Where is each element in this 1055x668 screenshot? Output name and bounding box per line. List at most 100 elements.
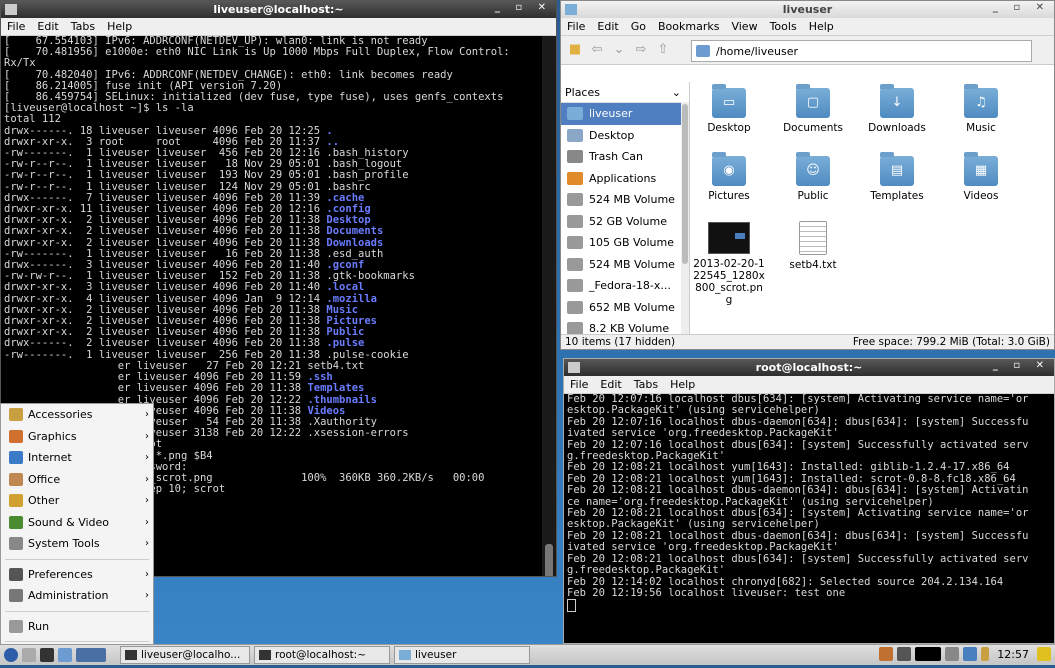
menu-item-system-tools[interactable]: System Tools › [1,533,153,555]
menu-file[interactable]: File [1,20,31,33]
directory-name: .mozilla [326,292,377,305]
update-icon[interactable] [879,647,894,661]
scrollbar-thumb[interactable] [682,104,688,264]
terminal-scrollbar[interactable] [542,36,556,576]
menu-view[interactable]: View [725,20,763,33]
fedora-menu-icon[interactable] [4,648,18,662]
workspace-switcher-icon[interactable] [76,648,106,662]
terminal-output[interactable]: Feb 20 12:07:16 localhost dbus[634]: [sy… [564,394,1046,643]
terminal-line: g.freedesktop.PackageKit' [567,564,726,577]
menu-bookmarks[interactable]: Bookmarks [652,20,725,33]
menu-item-other[interactable]: Other › [1,490,153,512]
menu-item-graphics[interactable]: Graphics › [1,426,153,448]
menu-tabs[interactable]: Tabs [65,20,101,33]
prompt-line[interactable] [564,599,1046,613]
directory-name: Downloads [326,236,384,249]
location-bar[interactable]: /home/liveuser [691,40,1032,62]
menu-item-label: Preferences [28,567,93,581]
menu-edit[interactable]: Edit [594,378,627,391]
menu-help[interactable]: Help [803,20,840,33]
menu-tabs[interactable]: Tabs [628,378,664,391]
line-text: drwxr-xr-x. 4 liveuser liveuser 4096 Jan… [4,292,327,305]
file-item[interactable]: ▤ Templates [861,152,933,202]
file-item[interactable]: ↓ Downloads [861,84,933,134]
terminal-launcher-icon[interactable] [40,648,54,662]
task-file-manager[interactable]: liveuser [394,646,530,664]
file-item[interactable]: 2013-02-20-1 22545_1280x 800_scrot.pn g [693,218,765,306]
place-item[interactable]: 524 MB Volume [561,254,689,276]
place-item[interactable]: Applications [561,168,689,190]
display-icon[interactable] [963,647,978,661]
place-item[interactable]: _Fedora-18-x... [561,275,689,297]
places-scrollbar[interactable] [681,102,689,335]
menu-tools[interactable]: Tools [764,20,803,33]
menu-help[interactable]: Help [664,378,701,391]
forward-icon[interactable]: ⇨ [633,42,649,58]
menu-item-preferences[interactable]: Preferences › [1,564,153,586]
new-folder-icon[interactable]: ■ [567,42,583,58]
black-app-icon[interactable] [915,647,942,661]
back-icon[interactable]: ⇦ [589,42,605,58]
file-manager-window[interactable]: liveuser _ ▫ ✕ File Edit Go Bookmarks Vi… [560,0,1055,350]
places-header[interactable]: Places ⌄ [561,82,689,103]
clock[interactable]: 12:57 [993,648,1033,661]
place-item[interactable]: 52 GB Volume [561,211,689,233]
menu-item-internet[interactable]: Internet › [1,447,153,469]
scrollbar-thumb[interactable] [545,544,553,576]
volume-icon[interactable] [945,647,960,661]
place-item[interactable]: Trash Can [561,146,689,168]
terminal-line: [liveuser@localhost ~]$ ls -la [1,103,542,114]
place-label: Desktop [589,128,635,142]
chevron-down-icon[interactable]: ⌄ [611,42,627,58]
window-controls[interactable]: _ ▫ ✕ [495,2,552,13]
menu-item-accessories[interactable]: Accessories › [1,404,153,426]
menu-edit[interactable]: Edit [31,20,64,33]
network-icon[interactable] [897,647,912,661]
terminal-window-root[interactable]: root@localhost:~ _ ▫ ✕ File Edit Tabs He… [563,358,1055,644]
place-item[interactable]: 652 MB Volume [561,297,689,319]
filemgr-titlebar[interactable]: liveuser _ ▫ ✕ [561,1,1054,18]
task-root-terminal[interactable]: root@localhost:~ [254,646,390,664]
administration-icon [9,589,23,603]
menu-item-office[interactable]: Office › [1,469,153,491]
file-item[interactable]: ☺ Public [777,152,849,202]
terminal-titlebar[interactable]: root@localhost:~ _ ▫ ✕ [564,359,1054,376]
place-item[interactable]: 105 GB Volume [561,232,689,254]
menu-item-sound-video[interactable]: Sound & Video › [1,512,153,534]
menu-item-administration[interactable]: Administration › [1,585,153,607]
file-item[interactable]: ▭ Desktop [693,84,765,134]
up-icon[interactable]: ⇧ [655,42,671,58]
chevron-down-icon[interactable]: ⌄ [672,86,681,99]
file-item[interactable]: ◉ Pictures [693,152,765,202]
terminal-titlebar[interactable]: liveuser@localhost:~ _ ▫ ✕ [1,1,556,18]
directory-name: Templates [307,382,365,395]
file-item[interactable]: ▦ Videos [945,152,1017,202]
notification-icon[interactable] [1037,647,1051,661]
window-controls[interactable]: _ ▫ ✕ [993,360,1050,371]
battery-icon[interactable] [981,647,990,661]
place-item[interactable]: Desktop [561,125,689,147]
menu-file[interactable]: File [564,378,594,391]
menu-go[interactable]: Go [625,20,652,33]
menu-item-label: Graphics [28,429,77,443]
place-item[interactable]: 524 MB Volume [561,189,689,211]
line-text: [ 70.481956] e1000e: eth0 NIC Link is Up… [4,46,510,59]
menu-help[interactable]: Help [101,20,138,33]
place-icon [567,171,583,185]
desktop-icon[interactable] [58,648,72,662]
line-text: drwxr-xr-x. 11 liveuser liveuser 4096 Fe… [4,203,327,216]
file-label: setb4.txt [789,259,837,271]
file-item[interactable]: ▢ Documents [777,84,849,134]
menu-edit[interactable]: Edit [591,20,624,33]
task-liveuser-terminal[interactable]: liveuser@localho... [120,646,250,664]
application-menu: Accessories › Graphics › Internet › Office › Oth… [0,403,154,664]
files-launcher-icon[interactable] [22,648,36,662]
file-item[interactable]: ♫ Music [945,84,1017,134]
window-controls[interactable]: _ ▫ ✕ [993,2,1050,13]
folder-icon: ↓ [880,84,914,118]
menu-file[interactable]: File [561,20,591,33]
submenu-arrow-icon: › [145,590,149,602]
place-item[interactable]: liveuser [561,103,689,125]
menu-item-run[interactable]: Run [1,616,153,638]
file-item[interactable]: setb4.txt [777,218,849,271]
